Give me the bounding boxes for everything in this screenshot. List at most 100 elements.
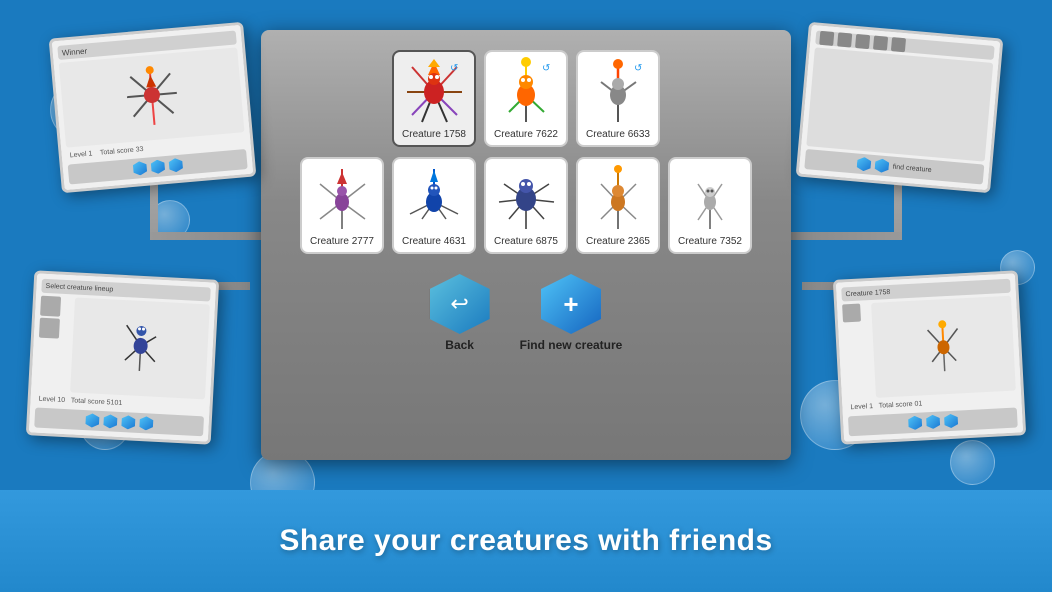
- find-new-action[interactable]: + Find new creature: [520, 274, 623, 352]
- back-button[interactable]: ↩: [430, 274, 490, 334]
- creature-7352-svg: [678, 164, 743, 234]
- creature-img-4631: [399, 164, 469, 234]
- mini-hex-3: [168, 158, 183, 173]
- card-bottom-left-body: [36, 296, 210, 400]
- score-label: Total score: [100, 147, 134, 157]
- card-bottom-left-inner: Select creature lineup: [29, 273, 216, 441]
- creature-card-6633[interactable]: ↺ Creature 6633: [576, 50, 660, 147]
- mini-hex-bl-4: [139, 416, 154, 431]
- creature-card-2365[interactable]: Creature 2365: [576, 157, 660, 254]
- creature-4631-svg: [402, 164, 467, 234]
- creature-7622-name: Creature 7622: [494, 129, 558, 140]
- card-bottom-right-body: [842, 296, 1016, 400]
- card-bottom-right-title-text: Creature 1758: [845, 288, 890, 297]
- bl-score-label: Total score: [71, 397, 105, 406]
- br-level-label: Level: [850, 403, 867, 411]
- card-top-left-inner: Winner: [52, 25, 253, 190]
- bl-level-label: Level: [39, 396, 56, 404]
- find-new-label: Find new creature: [520, 338, 623, 352]
- banner-text: Share your creatures with friends: [279, 524, 772, 558]
- creature-img-2777: [307, 164, 377, 234]
- mini-hex-tr-1: [856, 157, 871, 172]
- br-score-label: Total score: [879, 401, 913, 410]
- creature-card-7352[interactable]: Creature 7352: [668, 157, 752, 254]
- mini-hex-1: [132, 161, 147, 176]
- creature-2777-name: Creature 2777: [310, 236, 374, 247]
- creature-6875-name: Creature 6875: [494, 236, 558, 247]
- creature-img-6633: ↺: [583, 57, 653, 127]
- creature-6633-name: Creature 6633: [586, 129, 650, 140]
- back-arrow-icon: ↩: [450, 291, 468, 317]
- connector-top-left-horizontal: [150, 232, 270, 240]
- card-top-right-content: [806, 47, 993, 161]
- card-bottom-left: Select creature lineup: [26, 270, 219, 444]
- add-plus-icon: +: [563, 289, 578, 320]
- svg-text:↺: ↺: [634, 63, 642, 74]
- card-top-left: Winner: [49, 22, 257, 193]
- main-wrapper: Winner: [0, 0, 1052, 592]
- creatures-row-1: ↺ Creature 1758: [276, 50, 776, 147]
- bottom-banner: Share your creatures with friends: [0, 490, 1052, 592]
- creature-1758-svg: ↺: [402, 57, 467, 127]
- mini-hex-br-1: [908, 415, 923, 430]
- bl-score-value: 5101: [106, 399, 122, 407]
- svg-text:↺: ↺: [542, 63, 550, 74]
- creature-card-1758[interactable]: ↺ Creature 1758: [392, 50, 476, 147]
- back-action[interactable]: ↩ Back: [430, 274, 490, 352]
- card-top-left-content: [59, 47, 245, 147]
- creature-1758-name: Creature 1758: [402, 129, 466, 140]
- creature-2365-name: Creature 2365: [586, 236, 650, 247]
- bl-level-value: 10: [57, 397, 65, 404]
- mini-hex-2: [150, 159, 165, 174]
- mini-hex-bl-2: [103, 414, 118, 429]
- creature-top-left-svg: [119, 63, 184, 133]
- br-level-value: 1: [869, 403, 873, 410]
- level-value: 1: [88, 150, 93, 157]
- creature-card-2777[interactable]: Creature 2777: [300, 157, 384, 254]
- creature-2365-svg: [586, 164, 651, 234]
- mini-hex-bl-3: [121, 415, 136, 430]
- connector-top-right-horizontal: [782, 232, 902, 240]
- card-bottom-left-side: [36, 296, 71, 392]
- card-bottom-left-creature: [70, 297, 210, 399]
- side-icon-2: [39, 318, 60, 339]
- creatures-grid: ↺ Creature 1758: [276, 50, 776, 254]
- creature-2777-svg: [310, 164, 375, 234]
- card-top-right: find creature: [796, 22, 1004, 193]
- card-bottom-left-title: Select creature lineup: [45, 282, 113, 293]
- creature-img-6875: [491, 164, 561, 234]
- mini-hex-br-3: [943, 414, 958, 429]
- br-side-icon: [842, 304, 861, 323]
- mini-hex-br-2: [926, 415, 941, 430]
- card-top-right-label: find creature: [893, 163, 932, 173]
- mini-hex-tr-2: [874, 158, 889, 173]
- card-top-left-title-text: Winner: [61, 46, 87, 57]
- creature-card-6875[interactable]: Creature 6875: [484, 157, 568, 254]
- creature-7622-svg: ↺: [494, 57, 559, 127]
- creature-img-7622: ↺: [491, 57, 561, 127]
- card-bottom-right-creature: [871, 296, 1016, 398]
- level-label: Level: [70, 151, 87, 159]
- bottom-buttons: ↩ Back + Find new creature: [430, 274, 623, 352]
- score-value: 33: [135, 146, 143, 154]
- creature-bottom-right-svg: [922, 318, 965, 375]
- creature-bottom-left-svg: [119, 320, 162, 377]
- card-bottom-right: Creature 1758: [833, 270, 1026, 444]
- creature-4631-name: Creature 4631: [402, 236, 466, 247]
- top-area: Winner: [0, 0, 1052, 490]
- find-new-button[interactable]: +: [541, 274, 601, 334]
- creature-img-2365: [583, 164, 653, 234]
- creature-6875-svg: [494, 164, 559, 234]
- creatures-row-2: Creature 2777: [276, 157, 776, 254]
- card-bottom-right-inner: Creature 1758: [836, 273, 1023, 441]
- center-panel: ↺ Creature 1758: [261, 30, 791, 460]
- creature-6633-svg: ↺: [586, 57, 651, 127]
- creature-card-7622[interactable]: ↺ Creature 7622: [484, 50, 568, 147]
- creature-7352-name: Creature 7352: [678, 236, 742, 247]
- creature-card-4631[interactable]: Creature 4631: [392, 157, 476, 254]
- mini-hex-bl-1: [85, 413, 100, 428]
- side-icon: [40, 296, 61, 317]
- br-score-value: 01: [914, 400, 922, 407]
- svg-text:↺: ↺: [450, 63, 458, 74]
- card-top-right-inner: find creature: [799, 25, 1000, 190]
